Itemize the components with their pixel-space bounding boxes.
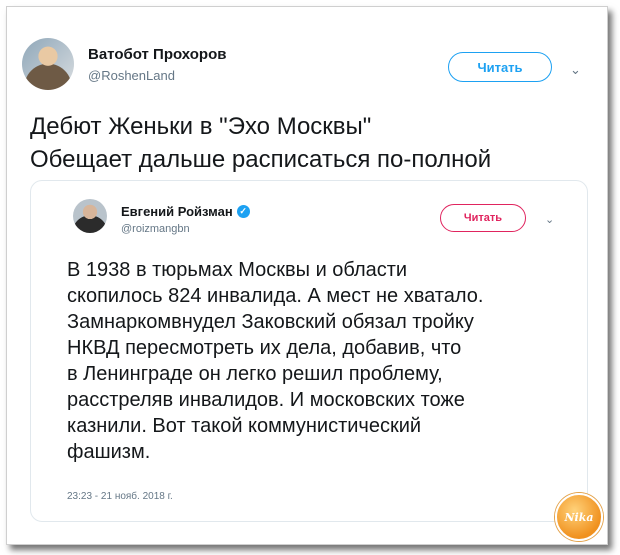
- verified-badge-icon: ✓: [236, 205, 250, 218]
- tweet-text-line-1: Дебют Женьки в "Эхо Москвы": [30, 113, 372, 140]
- quoted-chevron-down-icon[interactable]: ⌄: [545, 213, 554, 226]
- quoted-author-name-row[interactable]: Евгений Ройзман ✓: [121, 204, 250, 219]
- quoted-avatar[interactable]: [73, 199, 107, 233]
- author-name[interactable]: Ватобот Прохоров: [88, 46, 226, 63]
- quoted-author-name[interactable]: Евгений Ройзман: [121, 204, 233, 219]
- tweet-text-line-2: Обещает дальше расписаться по-полной: [30, 146, 492, 173]
- avatar[interactable]: [22, 38, 74, 90]
- quoted-tweet-text: В 1938 в тюрьмах Москвы и области скопил…: [67, 259, 484, 463]
- quoted-follow-button[interactable]: Читать: [440, 204, 526, 232]
- watermark-logo: Nika: [555, 493, 603, 541]
- quoted-tweet-timestamp[interactable]: 23:23 - 21 нояб. 2018 г.: [67, 491, 173, 502]
- quoted-author-handle[interactable]: @roizmangbn: [121, 223, 190, 235]
- tweet-text: Дебют Женьки в "Эхо Москвы" Обещает даль…: [30, 110, 590, 176]
- watermark-text: Nika: [564, 510, 594, 524]
- follow-button[interactable]: Читать: [448, 52, 552, 82]
- chevron-down-icon[interactable]: ⌄: [570, 62, 581, 78]
- author-handle[interactable]: @RoshenLand: [88, 68, 175, 83]
